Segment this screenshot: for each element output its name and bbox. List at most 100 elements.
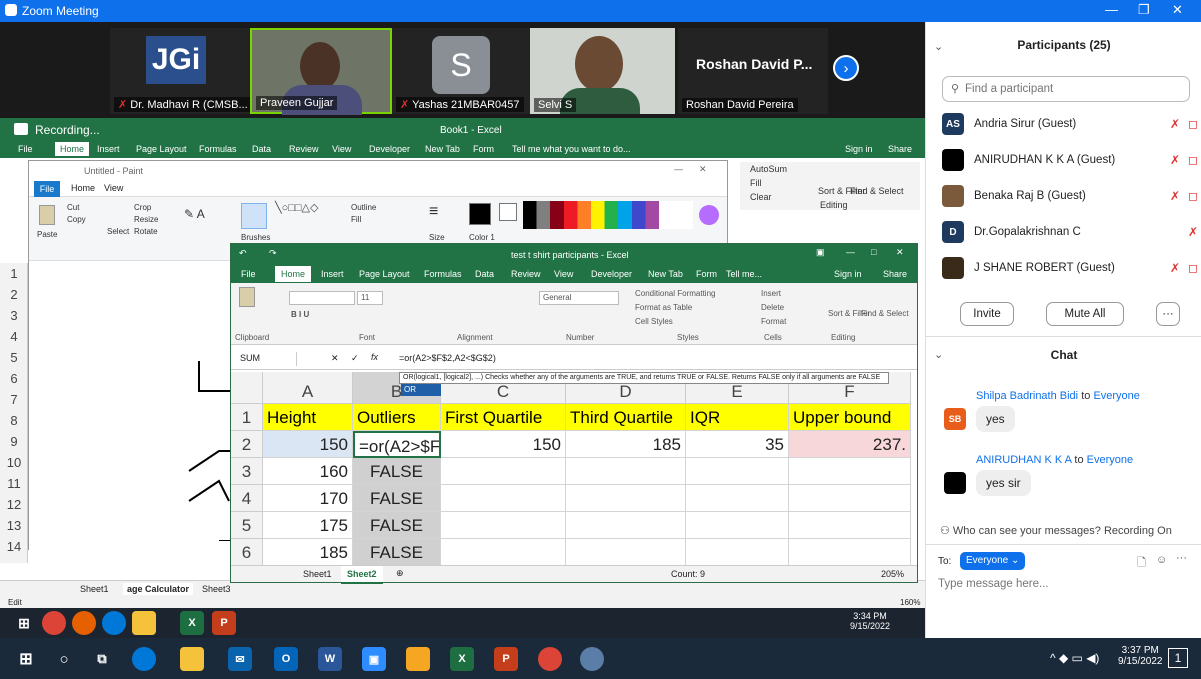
header-cell[interactable]: Outliers [353, 404, 441, 431]
table-cell[interactable]: 185 [566, 431, 686, 458]
table-cell[interactable]: 170 [263, 485, 353, 512]
table-cell[interactable]: 150 [441, 431, 566, 458]
menu-developer[interactable]: Developer [591, 269, 632, 279]
start-icon[interactable]: ⊞ [14, 647, 38, 671]
row-header[interactable]: 3 [231, 458, 263, 485]
menu-file[interactable]: File [18, 144, 33, 154]
menu-view[interactable]: View [554, 269, 573, 279]
word-icon[interactable]: W [318, 647, 342, 671]
participant-row[interactable]: D Dr.Gopalakrishnan C ✗ [942, 214, 1198, 250]
excel-icon[interactable]: X [180, 611, 204, 635]
table-cell[interactable] [441, 485, 566, 512]
share-button[interactable]: Share [888, 144, 912, 154]
menu-review[interactable]: Review [289, 144, 319, 154]
row-header[interactable]: 2 [231, 431, 263, 458]
chat-target[interactable]: Everyone [1087, 454, 1133, 466]
name-box[interactable]: SUM [237, 352, 297, 366]
sheet-tab[interactable]: Sheet1 [80, 584, 109, 594]
rotate-button[interactable]: Rotate [134, 227, 158, 236]
menu-developer[interactable]: Developer [369, 144, 410, 154]
cut-button[interactable]: Cut [67, 203, 79, 212]
row-header[interactable]: 8 [0, 410, 28, 431]
select-button[interactable]: Select [107, 227, 129, 236]
sheet-tab[interactable]: Sheet1 [303, 569, 332, 579]
outlook-icon[interactable]: O [274, 647, 298, 671]
sheet-tab-active[interactable]: age Calculator [123, 583, 194, 595]
table-cell[interactable] [686, 485, 789, 512]
video-tile[interactable]: JGi ✗ Dr. Madhavi R (CMSB... [110, 28, 252, 114]
row-header[interactable]: 6 [0, 368, 28, 389]
powerpoint-app-icon[interactable]: P [494, 647, 518, 671]
row-header[interactable]: 4 [0, 326, 28, 347]
table-cell[interactable]: =or(A2>$F [353, 431, 441, 458]
clock[interactable]: 3:37 PM 9/15/2022 [1118, 645, 1163, 667]
mail-icon[interactable]: ✉ [228, 647, 252, 671]
menu-new-tab[interactable]: New Tab [425, 144, 460, 154]
video-tile-active[interactable]: Praveen Gujjar [250, 28, 392, 115]
sheet-tab-active[interactable]: Sheet2 [341, 566, 383, 584]
firefox-icon[interactable] [72, 611, 96, 635]
fill-button[interactable]: Fill [351, 215, 361, 224]
table-cell[interactable]: 185 [263, 539, 353, 565]
excel-minimize-button[interactable]: — [846, 247, 855, 257]
table-cell[interactable] [566, 512, 686, 539]
format-as-table-button[interactable]: Format as Table [635, 303, 692, 312]
menu-page-layout[interactable]: Page Layout [136, 144, 187, 154]
excel-close-button[interactable]: ✕ [896, 247, 904, 258]
find-select-button[interactable]: Find & Select [861, 309, 909, 318]
chat-notice[interactable]: ⚇ Who can see your messages? Recording O… [940, 524, 1172, 537]
row-header[interactable]: 7 [0, 389, 28, 410]
header-cell[interactable]: IQR [686, 404, 789, 431]
chrome-icon[interactable] [42, 611, 66, 635]
restore-button[interactable]: ❐ [1138, 2, 1150, 18]
redo-icon[interactable]: ↷ [269, 248, 277, 259]
row-header[interactable]: 6 [231, 539, 263, 565]
header-cell[interactable]: Upper bound [789, 404, 911, 431]
more-options-button[interactable]: ··· [1156, 302, 1180, 326]
notifications-icon[interactable]: 1 [1168, 648, 1188, 668]
menu-home[interactable]: Home [275, 266, 312, 282]
undo-icon[interactable]: ↶ [239, 248, 247, 259]
menu-file[interactable]: File [241, 269, 256, 279]
paint-file-tab[interactable]: File [34, 181, 60, 197]
next-page-icon[interactable]: › [833, 55, 859, 81]
menu-insert[interactable]: Insert [321, 269, 344, 279]
color1-swatch[interactable] [469, 203, 491, 225]
menu-new-tab[interactable]: New Tab [648, 269, 683, 279]
participant-search-input[interactable] [965, 80, 1180, 98]
conditional-formatting-button[interactable]: Conditional Formatting [635, 289, 715, 298]
powerpoint-icon[interactable]: P [212, 611, 236, 635]
paste-icon[interactable] [39, 205, 55, 225]
minimize-button[interactable]: — [1105, 2, 1118, 17]
paint3d-icon[interactable] [699, 205, 719, 225]
video-tile[interactable]: Selvi S [530, 28, 675, 114]
share-button[interactable]: Share [883, 269, 907, 279]
table-cell[interactable]: 35 [686, 431, 789, 458]
excel-maximize-button[interactable]: □ [871, 247, 876, 257]
row-header[interactable]: 14 [0, 536, 28, 557]
table-cell[interactable] [789, 485, 911, 512]
task-view-icon[interactable]: ⧉ [90, 647, 114, 671]
edge-icon[interactable] [132, 647, 156, 671]
row-header[interactable]: 12 [0, 494, 28, 515]
menu-data[interactable]: Data [475, 269, 494, 279]
menu-home[interactable]: Home [55, 142, 90, 156]
table-cell[interactable]: 160 [263, 458, 353, 485]
cancel-formula-icon[interactable]: ✕ [331, 353, 339, 364]
menu-form[interactable]: Form [696, 269, 717, 279]
video-tile[interactable]: Roshan David P... Roshan David Pereira [678, 28, 828, 114]
paint-view-tab[interactable]: View [104, 183, 123, 193]
participant-row[interactable]: AS Andria Sirur (Guest) ✗ ◻ [942, 106, 1198, 142]
menu-form[interactable]: Form [473, 144, 494, 154]
participant-search[interactable]: ⚲ [942, 76, 1190, 102]
find-select-button[interactable]: Find & Select [850, 186, 904, 196]
emoji-icon[interactable]: ☺ [1156, 554, 1167, 566]
mute-all-button[interactable]: Mute All [1046, 302, 1124, 326]
table-cell[interactable] [566, 485, 686, 512]
table-cell[interactable] [686, 512, 789, 539]
table-cell[interactable] [686, 458, 789, 485]
table-cell[interactable]: FALSE [353, 539, 441, 565]
color-palette[interactable] [523, 201, 693, 229]
row-header[interactable]: 3 [0, 305, 28, 326]
menu-insert[interactable]: Insert [97, 144, 120, 154]
